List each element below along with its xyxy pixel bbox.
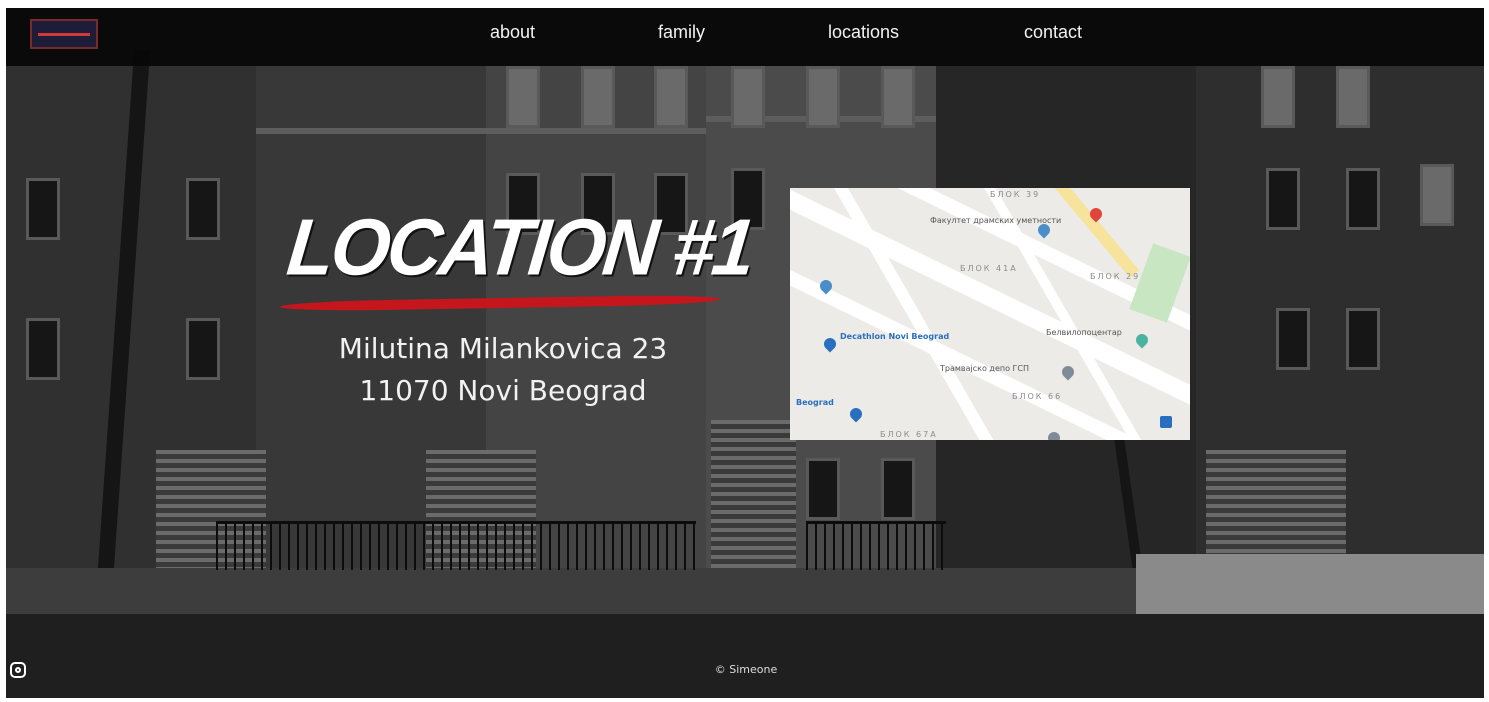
window xyxy=(581,66,615,128)
iron-fence xyxy=(806,521,946,570)
map-label: Beograd xyxy=(796,398,834,407)
background-photo xyxy=(6,8,1484,698)
map-pin-icon[interactable] xyxy=(1133,331,1151,349)
stoop-stairs xyxy=(711,420,796,570)
window xyxy=(26,178,60,240)
window xyxy=(1276,308,1310,370)
iron-fence xyxy=(216,521,696,570)
page-frame: about family locations contact LOCATION … xyxy=(6,8,1484,698)
location-map[interactable]: БЛОК 39 Факултет драмских уметности БЛОК… xyxy=(790,188,1190,440)
window xyxy=(506,66,540,128)
window xyxy=(1346,168,1380,230)
map-label: БЛОК 66 xyxy=(1012,392,1063,401)
map-label: Трамвајско депо ГСП xyxy=(940,364,1030,373)
window xyxy=(1266,168,1300,230)
window xyxy=(26,318,60,380)
map-label: Белвилопоцентар xyxy=(1046,328,1122,337)
window xyxy=(806,458,840,520)
window xyxy=(881,66,915,128)
window xyxy=(186,318,220,380)
window xyxy=(186,178,220,240)
map-pin-icon[interactable] xyxy=(1045,429,1063,440)
transit-icon[interactable] xyxy=(1160,416,1172,428)
concrete-planter xyxy=(1136,554,1484,614)
nav-locations[interactable]: locations xyxy=(828,22,899,43)
instagram-icon[interactable] xyxy=(10,662,26,678)
window xyxy=(1336,66,1370,128)
nav-family[interactable]: family xyxy=(658,22,705,43)
window xyxy=(1346,308,1380,370)
nav-about[interactable]: about xyxy=(490,22,535,43)
nav-contact[interactable]: contact xyxy=(1024,22,1082,43)
window xyxy=(654,66,688,128)
map-label: БЛОК 41А xyxy=(960,264,1018,273)
map-pin-icon[interactable] xyxy=(821,335,839,353)
map-label: Decathlon Novi Beograd xyxy=(840,332,950,341)
window xyxy=(881,458,915,520)
map-label: БЛОК 29 xyxy=(1090,272,1141,281)
window xyxy=(806,66,840,128)
ledge xyxy=(256,128,706,134)
address-city: 11070 Novi Beograd xyxy=(359,374,647,407)
location-title: LOCATION #1 xyxy=(283,202,757,293)
stoop-stairs xyxy=(1206,450,1346,570)
copyright-text: © Simeone xyxy=(714,663,778,676)
map-pin-icon[interactable] xyxy=(847,405,865,423)
window xyxy=(1420,164,1454,226)
address-street: Milutina Milankovica 23 xyxy=(338,332,668,365)
window xyxy=(1261,66,1295,128)
top-navbar: about family locations contact xyxy=(6,8,1484,66)
map-pin-icon[interactable] xyxy=(1059,363,1077,381)
map-label: БЛОК 39 xyxy=(990,190,1041,199)
map-label: БЛОК 67А xyxy=(880,430,938,439)
window xyxy=(731,66,765,128)
street xyxy=(6,614,1484,698)
site-logo[interactable] xyxy=(30,19,98,49)
